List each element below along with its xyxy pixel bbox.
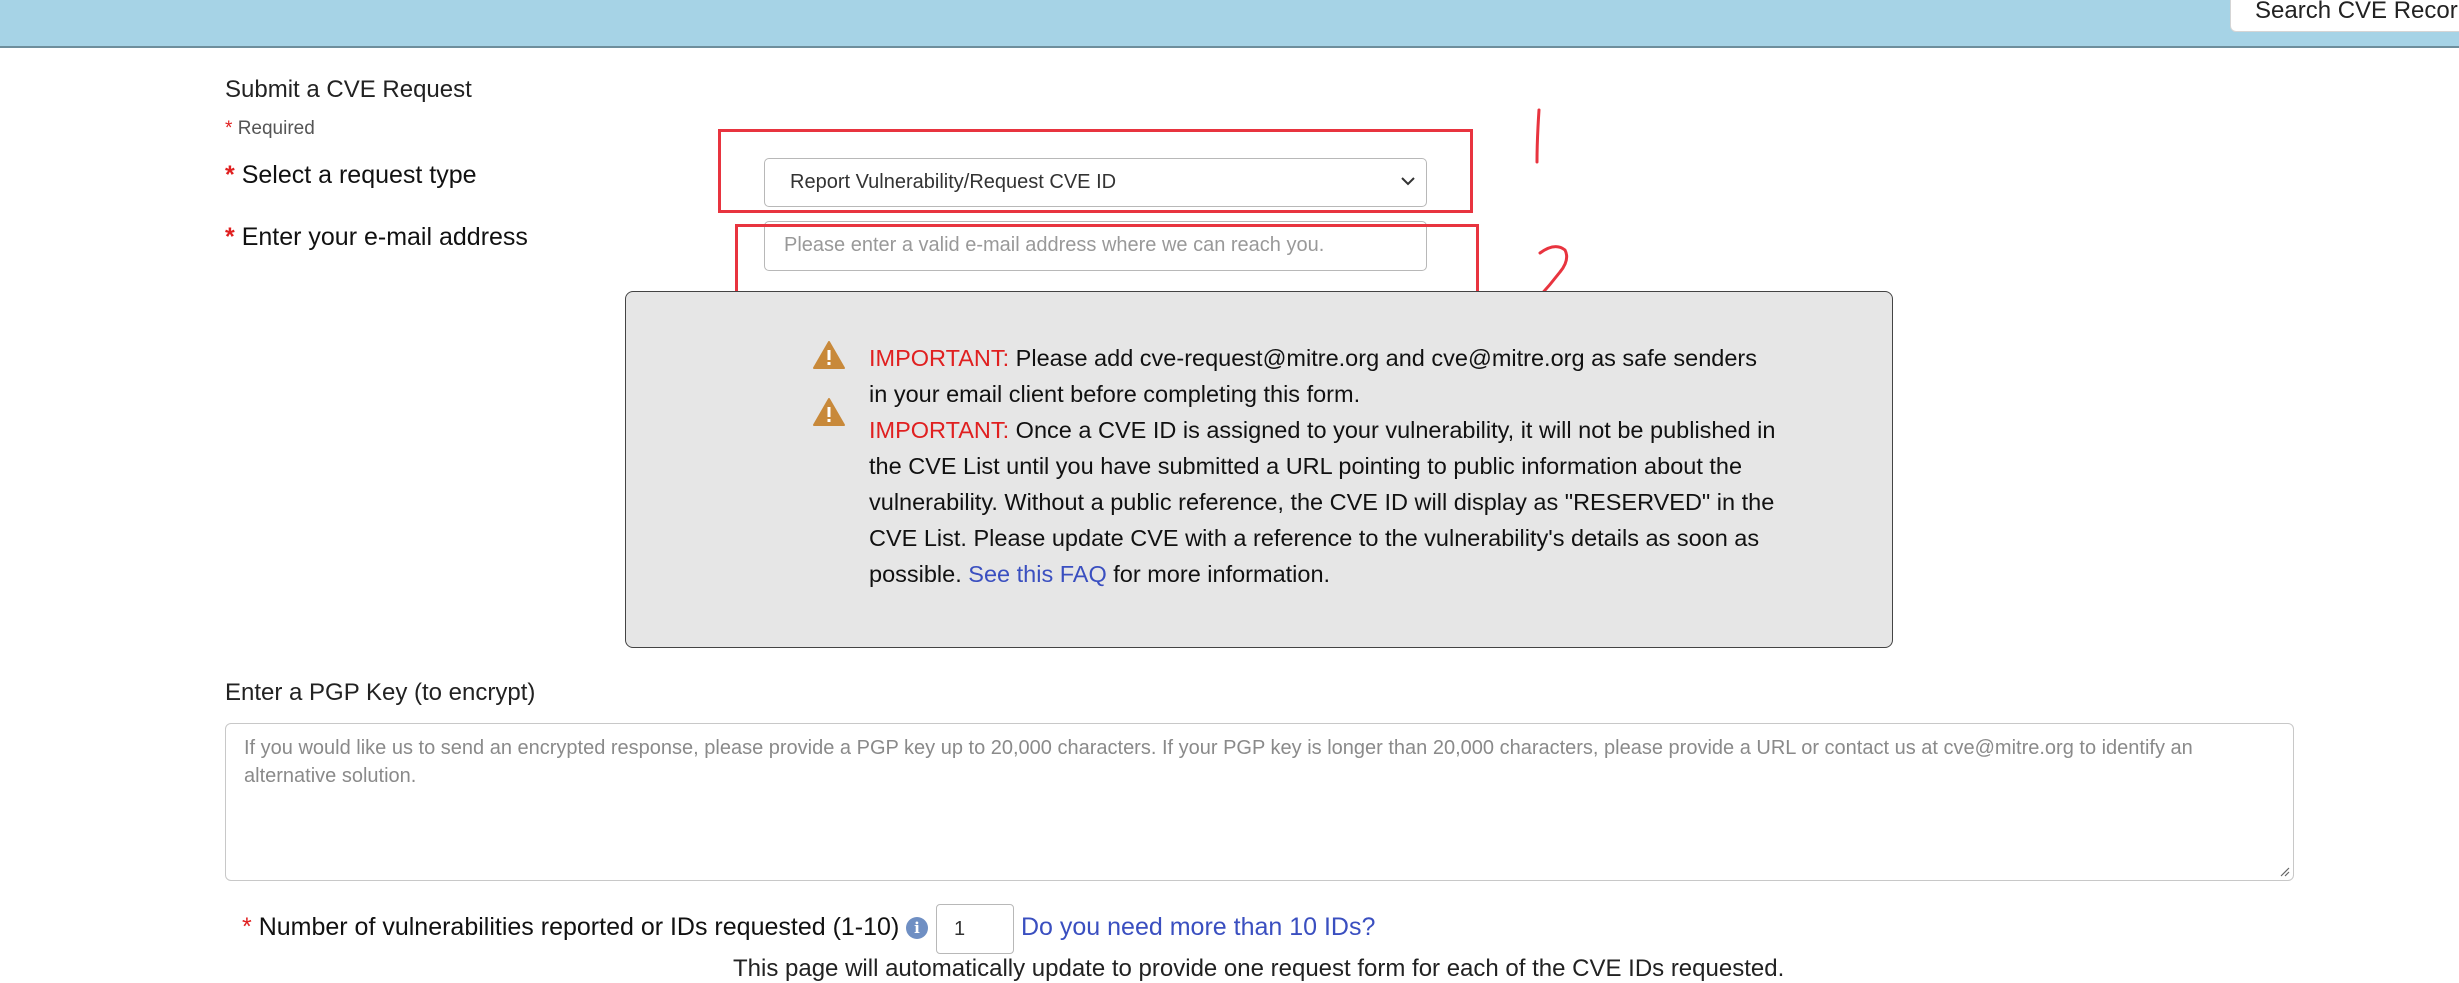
request-type-label-text: Select a request type bbox=[241, 161, 477, 189]
page-title: Submit a CVE Request bbox=[225, 76, 472, 103]
notice-line: possible. See this FAQ for more informat… bbox=[869, 556, 1330, 592]
header-bar: Search CVE Recor bbox=[0, 0, 2459, 48]
num-vulnerabilities-label-text: Number of vulnerabilities reported or ID… bbox=[258, 913, 900, 941]
important-prefix: IMPORTANT: bbox=[869, 345, 1010, 371]
required-note: * Required bbox=[225, 118, 315, 140]
notice-line: in your email client before completing t… bbox=[869, 381, 1361, 407]
info-icon[interactable]: i bbox=[906, 917, 928, 939]
annotation-mark-1 bbox=[1535, 108, 1541, 164]
annotation-mark-2 bbox=[1537, 245, 1585, 299]
search-cve-records-button[interactable]: Search CVE Recor bbox=[2230, 0, 2459, 32]
faq-link[interactable]: See this FAQ bbox=[968, 561, 1106, 587]
email-label-text: Enter your e-mail address bbox=[241, 223, 528, 251]
important-prefix: IMPORTANT: bbox=[869, 417, 1010, 443]
pgp-key-textarea[interactable]: If you would like us to send an encrypte… bbox=[225, 723, 2294, 881]
notice-line: vulnerability. Without a public referenc… bbox=[869, 489, 1775, 515]
warning-icon bbox=[813, 341, 845, 369]
notice-text: for more information. bbox=[1113, 561, 1331, 587]
required-star: * bbox=[225, 161, 235, 189]
notice-text: Once a CVE ID is assigned to your vulner… bbox=[1015, 417, 1776, 443]
notice-line: IMPORTANT: Please add cve-request@mitre.… bbox=[869, 340, 1757, 376]
required-star: * bbox=[225, 223, 235, 251]
notice-text: possible. bbox=[869, 561, 962, 587]
notice-line: IMPORTANT: Once a CVE ID is assigned to … bbox=[869, 412, 1775, 448]
annotation-marks bbox=[1535, 108, 1585, 299]
num-vulnerabilities-input[interactable]: 1 bbox=[936, 904, 1014, 954]
notice-line: CVE List. Please update CVE with a refer… bbox=[869, 525, 1760, 551]
auto-update-note: This page will automatically update to p… bbox=[733, 955, 1785, 982]
email-label: * Enter your e-mail address bbox=[225, 223, 528, 252]
more-ids-link[interactable]: Do you need more than 10 IDs? bbox=[1021, 913, 1375, 942]
notice-text: Please add cve-request@mitre.org and cve… bbox=[1015, 345, 1757, 371]
annotation-box-1 bbox=[718, 129, 1473, 213]
resize-handle-icon[interactable] bbox=[2278, 865, 2290, 877]
required-note-text: Required bbox=[237, 118, 315, 139]
warning-icon bbox=[813, 398, 845, 426]
notice-line: the CVE List until you have submitted a … bbox=[869, 453, 1743, 479]
pgp-key-label: Enter a PGP Key (to encrypt) bbox=[225, 679, 536, 706]
num-vulnerabilities-label: * Number of vulnerabilities reported or … bbox=[242, 913, 899, 942]
pgp-key-placeholder: If you would like us to send an encrypte… bbox=[244, 737, 2193, 787]
required-star: * bbox=[225, 118, 233, 139]
required-star: * bbox=[242, 913, 252, 941]
request-type-label: * Select a request type bbox=[225, 161, 477, 190]
